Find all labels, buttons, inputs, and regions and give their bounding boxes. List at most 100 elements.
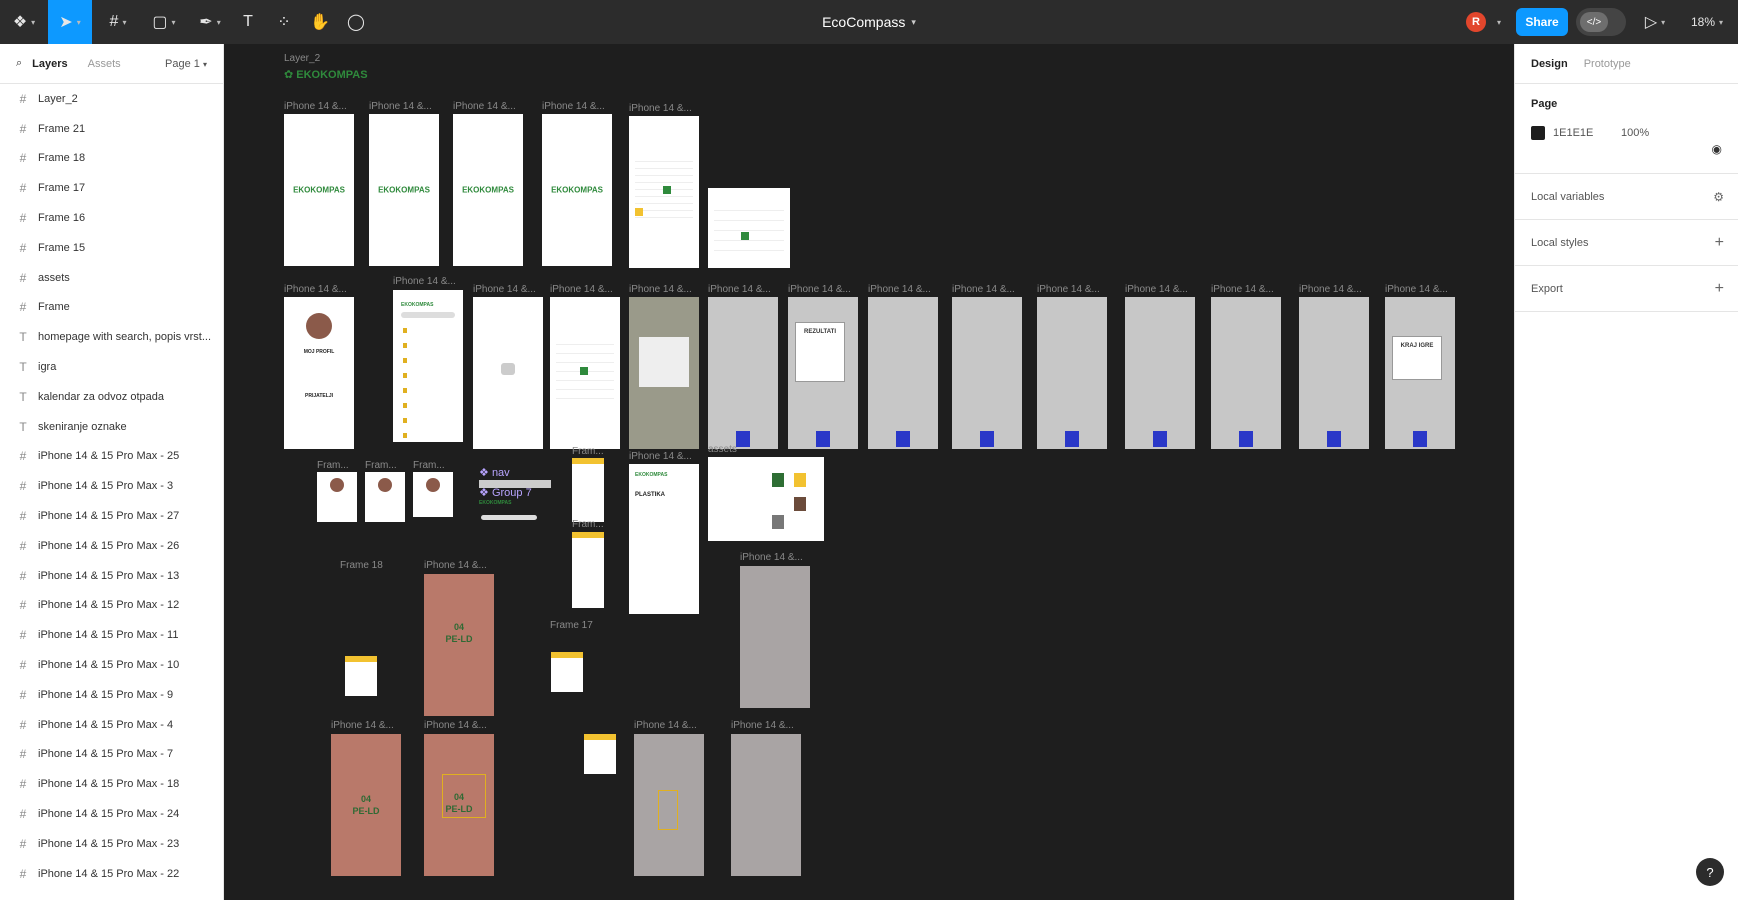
frame-label[interactable]: iPhone 14 &...: [634, 720, 697, 731]
frame-label[interactable]: iPhone 14 &...: [868, 284, 931, 295]
tab-assets[interactable]: Assets: [88, 58, 121, 70]
game-screen-frame[interactable]: [868, 297, 938, 449]
nav-component[interactable]: ❖ nav: [479, 466, 510, 479]
frame-label[interactable]: iPhone 14 &...: [369, 101, 432, 112]
dev-mode-toggle[interactable]: </>: [1576, 8, 1626, 36]
scan-photo-frame[interactable]: 04 PE-LD: [331, 734, 401, 876]
ekokompas-logo[interactable]: ✿ EKOKOMPAS: [284, 68, 368, 81]
splash-screen-frame[interactable]: EKOKOMPAS: [369, 114, 439, 266]
page-selector[interactable]: Page 1 ▾: [165, 58, 207, 70]
plus-icon[interactable]: +: [1715, 234, 1724, 252]
game-screen-frame[interactable]: [1299, 297, 1369, 449]
label-card-frame[interactable]: [345, 656, 377, 696]
frame-label[interactable]: iPhone 14 &...: [708, 284, 771, 295]
layer-item[interactable]: # iPhone 14 & 15 Pro Max - 27: [0, 501, 223, 531]
search-icon[interactable]: ⌕: [16, 57, 22, 70]
frame-label[interactable]: iPhone 14 &...: [1385, 284, 1448, 295]
layer-item[interactable]: # iPhone 14 & 15 Pro Max - 24: [0, 799, 223, 829]
game-start-frame[interactable]: [629, 297, 699, 449]
layer-item[interactable]: # Frame 18: [0, 144, 223, 174]
frame-label[interactable]: iPhone 14 &...: [542, 101, 605, 112]
frame-label[interactable]: iPhone 14 &...: [550, 284, 613, 295]
layer-item[interactable]: # iPhone 14 & 15 Pro Max - 3: [0, 471, 223, 501]
frame-label[interactable]: iPhone 14 &...: [629, 284, 692, 295]
tab-design[interactable]: Design: [1531, 58, 1568, 70]
layer-item[interactable]: # Frame 21: [0, 114, 223, 144]
layer-item[interactable]: Tigra: [0, 352, 223, 382]
plastics-info-frame[interactable]: EKOKOMPAS PLASTIKA: [629, 464, 699, 614]
frame-label[interactable]: iPhone 14 &...: [284, 284, 347, 295]
scan-photo-frame[interactable]: 04 PE-LD: [424, 734, 494, 876]
label-card-frame[interactable]: [551, 652, 583, 692]
layer-item[interactable]: # iPhone 14 & 15 Pro Max - 12: [0, 591, 223, 621]
group-component[interactable]: ❖ Group 7: [479, 486, 532, 499]
scan-photo-frame[interactable]: [634, 734, 704, 876]
info-card-frame[interactable]: [572, 532, 604, 608]
layer-item[interactable]: Tkalendar za odvoz otpada: [0, 382, 223, 412]
frame-label[interactable]: iPhone 14 &...: [1037, 284, 1100, 295]
frame-label[interactable]: iPhone 14 &...: [1211, 284, 1274, 295]
zoom-menu[interactable]: 18% ▾: [1684, 0, 1730, 44]
canvas[interactable]: Layer_2 ✿ EKOKOMPAS iPhone 14 &... EKOKO…: [225, 44, 1513, 900]
layer-item[interactable]: # Frame: [0, 293, 223, 323]
frame-label[interactable]: iPhone 14 &...: [629, 103, 692, 114]
splash-screen-frame[interactable]: EKOKOMPAS: [542, 114, 612, 266]
game-screen-frame[interactable]: [1125, 297, 1195, 449]
layer-item[interactable]: # iPhone 14 & 15 Pro Max - 11: [0, 620, 223, 650]
eye-icon[interactable]: ◉: [1712, 142, 1722, 156]
layer-item[interactable]: # iPhone 14 & 15 Pro Max - 26: [0, 531, 223, 561]
game-screen-frame[interactable]: [708, 297, 778, 449]
layer-item[interactable]: # assets: [0, 263, 223, 293]
scan-photo-frame[interactable]: 04 PE-LD: [424, 574, 494, 716]
layer-item[interactable]: Thomepage with search, popis vrst...: [0, 322, 223, 352]
export-section[interactable]: Export +: [1515, 266, 1738, 312]
profile-card-frame[interactable]: [365, 472, 405, 522]
present-button[interactable]: ▷ ▾: [1640, 0, 1670, 44]
frame-label[interactable]: iPhone 14 &...: [393, 276, 456, 287]
help-button[interactable]: ?: [1696, 858, 1724, 886]
scan-photo-frame[interactable]: [731, 734, 801, 876]
frame-label[interactable]: assets: [708, 444, 737, 455]
info-card-frame[interactable]: [572, 458, 604, 522]
frame-label[interactable]: iPhone 14 &...: [424, 720, 487, 731]
game-screen-frame[interactable]: [1211, 297, 1281, 449]
homepage-menu-frame[interactable]: EKOKOMPAS: [393, 290, 463, 442]
camera-screen-frame[interactable]: [473, 297, 543, 449]
frame-label[interactable]: iPhone 14 &...: [1125, 284, 1188, 295]
user-avatar[interactable]: R: [1466, 12, 1486, 32]
layer-item[interactable]: # Frame 16: [0, 203, 223, 233]
layer-item[interactable]: # iPhone 14 & 15 Pro Max - 18: [0, 769, 223, 799]
page-opacity-value[interactable]: 100%: [1621, 127, 1649, 139]
frame-tool-button[interactable]: # ▾: [98, 0, 138, 44]
frame-label[interactable]: Fram...: [572, 446, 604, 457]
layer-item[interactable]: # iPhone 14 & 15 Pro Max - 23: [0, 829, 223, 859]
profile-card-frame[interactable]: [317, 472, 357, 522]
local-variables-section[interactable]: Local variables ⚙: [1515, 174, 1738, 220]
frame-label[interactable]: Fram...: [572, 519, 604, 530]
frame-label[interactable]: Fram...: [413, 460, 445, 471]
page-color-value[interactable]: 1E1E1E: [1553, 127, 1621, 139]
assets-frame[interactable]: [708, 457, 824, 541]
share-button[interactable]: Share: [1516, 8, 1568, 36]
splash-screen-frame[interactable]: EKOKOMPAS: [284, 114, 354, 266]
frame-label[interactable]: iPhone 14 &...: [331, 720, 394, 731]
frame-label[interactable]: iPhone 14 &...: [731, 720, 794, 731]
local-styles-section[interactable]: Local styles +: [1515, 220, 1738, 266]
layer-item[interactable]: # Frame 17: [0, 173, 223, 203]
chevron-down-icon[interactable]: ▾: [1490, 0, 1504, 44]
shape-tool-button[interactable]: ▢ ▾: [144, 0, 184, 44]
layer-item[interactable]: # Frame 15: [0, 233, 223, 263]
frame-label[interactable]: Frame 18: [340, 560, 383, 571]
calendar-screen-frame[interactable]: [550, 297, 620, 449]
layer-item[interactable]: # iPhone 14 & 15 Pro Max - 7: [0, 740, 223, 770]
plus-icon[interactable]: +: [1715, 280, 1724, 298]
profile-card-frame[interactable]: [413, 472, 453, 517]
frame-label[interactable]: iPhone 14 &...: [1299, 284, 1362, 295]
game-screen-frame[interactable]: [1037, 297, 1107, 449]
main-menu-button[interactable]: ❖ ▾: [6, 0, 42, 44]
tab-layers[interactable]: Layers: [32, 58, 67, 70]
layer-item[interactable]: # iPhone 14 & 15 Pro Max - 22: [0, 859, 223, 889]
comment-tool-button[interactable]: ◯: [342, 0, 370, 44]
game-screen-frame[interactable]: [952, 297, 1022, 449]
layer-item[interactable]: # iPhone 14 & 15 Pro Max - 25: [0, 442, 223, 472]
